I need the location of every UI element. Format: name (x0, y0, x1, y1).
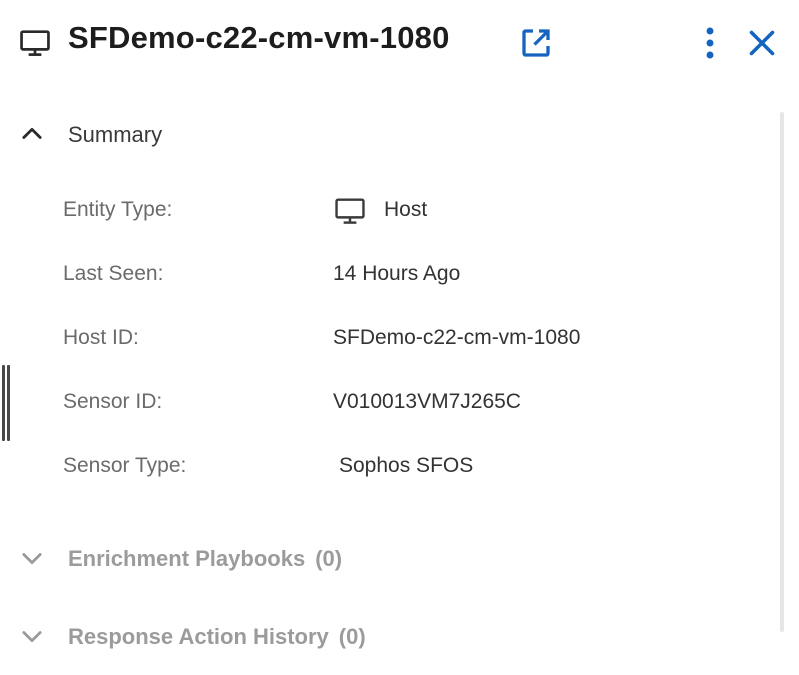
enrichment-playbooks-toggle[interactable]: Enrichment Playbooks (0) (14, 538, 754, 578)
more-vertical-icon[interactable] (694, 24, 726, 62)
entity-type-label: Entity Type: (63, 198, 173, 221)
summary-section-toggle[interactable]: Summary (14, 114, 754, 154)
chevron-down-icon (22, 631, 42, 643)
response-action-history-count: (0) (338, 624, 366, 649)
sensor-type-value: Sophos SFOS (339, 454, 474, 477)
summary-section-label: Summary (68, 122, 163, 147)
monitor-icon (20, 30, 50, 56)
scrollbar[interactable] (780, 112, 784, 632)
entity-type-row: Entity Type: Host (63, 194, 743, 228)
entity-type-value: Host (384, 198, 428, 221)
host-id-row: Host ID: SFDemo-c22-cm-vm-1080 (63, 322, 743, 356)
sensor-id-label: Sensor ID: (63, 390, 163, 413)
sensor-type-row: Sensor Type: Sophos SFOS (63, 450, 743, 484)
enrichment-playbooks-label: Enrichment Playbooks (0) (68, 546, 343, 571)
close-icon[interactable] (744, 25, 780, 61)
last-seen-label: Last Seen: (63, 262, 164, 285)
entity-details-panel: SFDemo-c22-cm-vm-1080 Summary Entity Typ… (0, 0, 799, 675)
enrichment-playbooks-count: (0) (315, 546, 343, 571)
sensor-type-label: Sensor Type: (63, 454, 187, 477)
host-id-label: Host ID: (63, 326, 139, 349)
last-seen-value: 14 Hours Ago (333, 262, 461, 285)
last-seen-row: Last Seen: 14 Hours Ago (63, 258, 743, 292)
panel-header: SFDemo-c22-cm-vm-1080 (0, 0, 799, 86)
sensor-id-row: Sensor ID: V010013VM7J265C (63, 386, 743, 420)
open-in-new-icon[interactable] (518, 25, 554, 61)
page-title: SFDemo-c22-cm-vm-1080 (68, 20, 450, 55)
monitor-icon (335, 198, 365, 224)
chevron-up-icon (22, 127, 42, 139)
panel-resize-handle[interactable] (2, 365, 10, 441)
sensor-id-value: V010013VM7J265C (333, 390, 521, 413)
response-action-history-label: Response Action History (0) (68, 624, 366, 649)
response-action-history-toggle[interactable]: Response Action History (0) (14, 616, 754, 656)
host-id-value: SFDemo-c22-cm-vm-1080 (333, 326, 581, 349)
chevron-down-icon (22, 553, 42, 565)
